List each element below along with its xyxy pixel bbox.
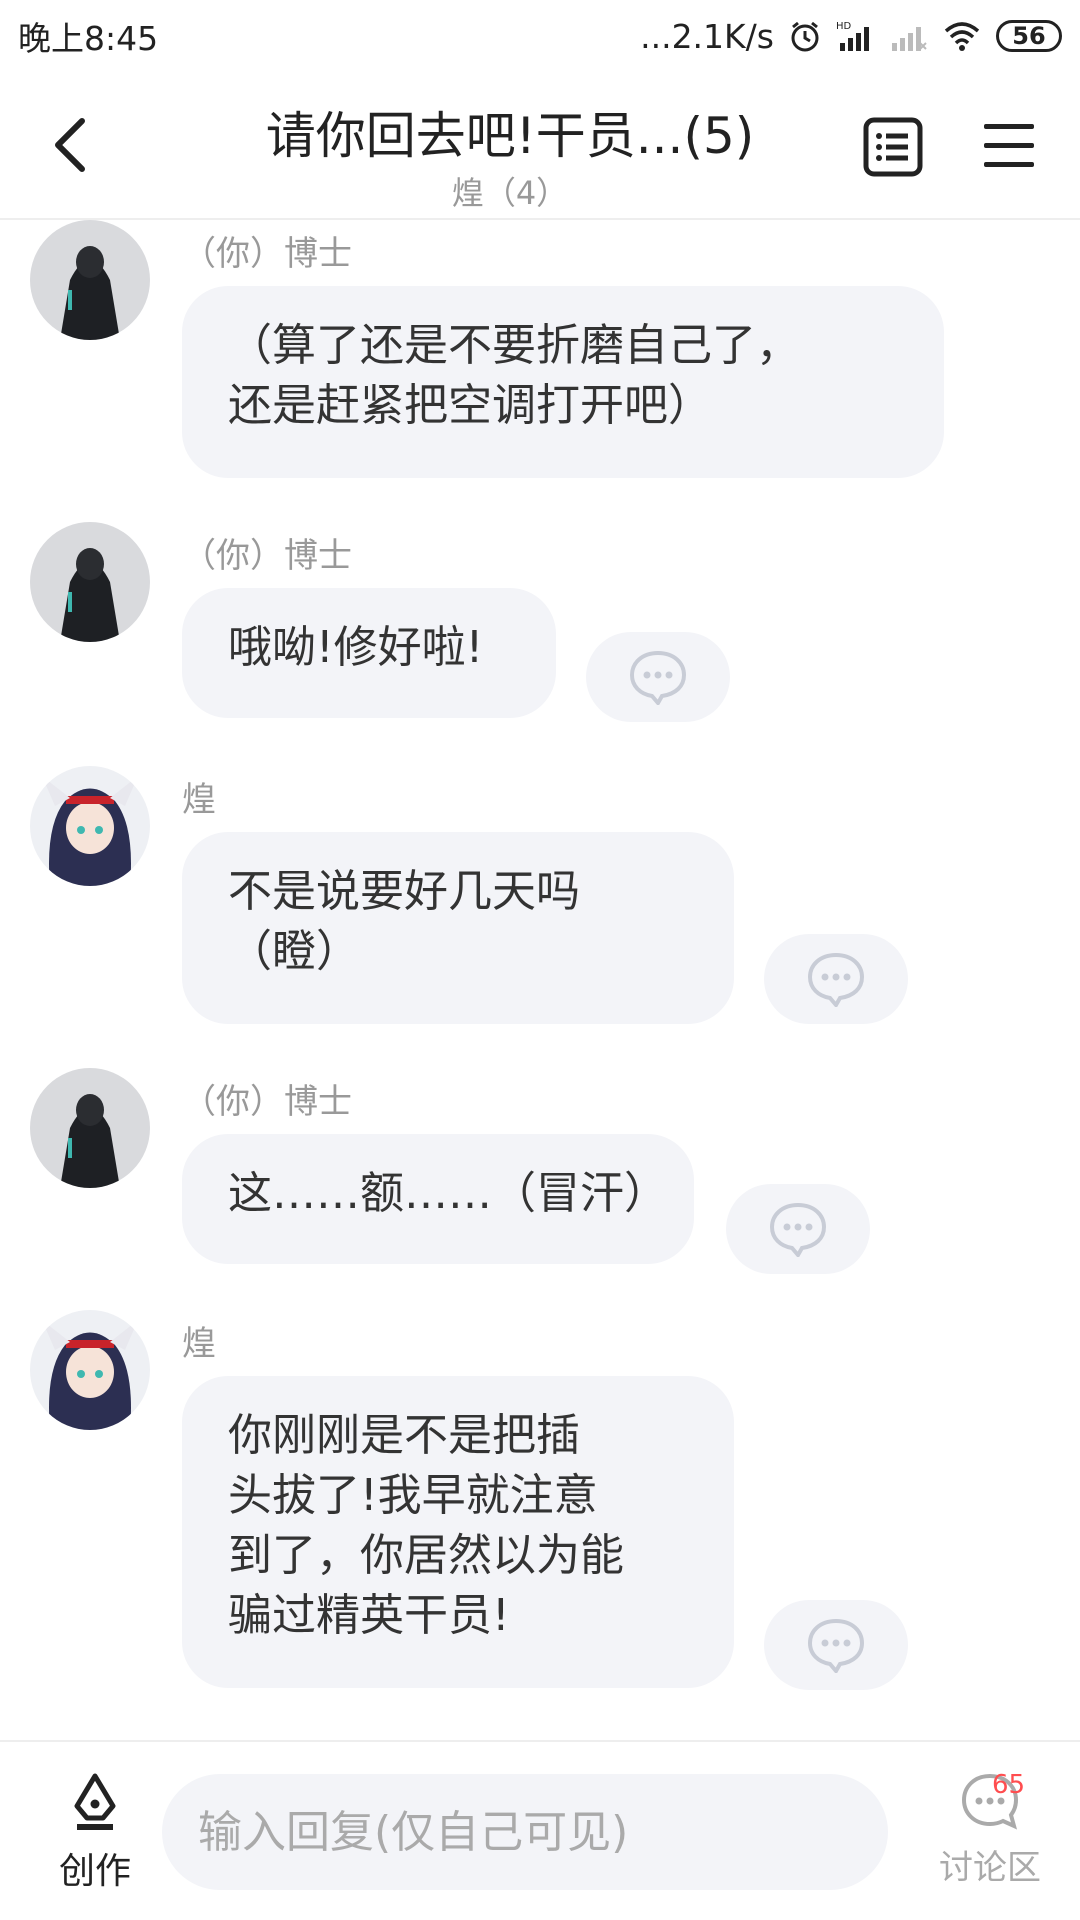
- doctor-avatar-image: [30, 1068, 150, 1188]
- hamburger-icon: [984, 124, 1034, 167]
- comment-button[interactable]: [586, 632, 730, 722]
- avatar-blaze[interactable]: [30, 766, 150, 886]
- hd-signal-icon: HD: [836, 21, 869, 51]
- comment-button[interactable]: [764, 934, 908, 1024]
- network-speed: ...2.1K/s: [640, 16, 774, 56]
- bottom-bar: 创作 65 讨论区: [0, 1740, 1080, 1920]
- avatar-doctor[interactable]: [30, 522, 150, 642]
- list-icon: [863, 117, 923, 177]
- discussion-label: 讨论区: [939, 1848, 1041, 1888]
- pen-nib-icon: [74, 1773, 116, 1830]
- blaze-avatar-image: [30, 1310, 150, 1430]
- comment-button[interactable]: [726, 1184, 870, 1274]
- menu-button[interactable]: [980, 116, 1040, 176]
- doctor-avatar-image: [30, 220, 150, 340]
- message-bubble[interactable]: 你刚刚是不是把插 头拔了!我早就注意 到了，你居然以为能 骗过精英干员!: [182, 1376, 734, 1688]
- comment-icon: [769, 1202, 827, 1257]
- discussion-button[interactable]: 65 讨论区: [920, 1770, 1060, 1910]
- message-sender: 煌: [182, 780, 216, 820]
- doctor-avatar-image: [30, 522, 150, 642]
- status-icons: ...2.1K/s HD 56: [640, 17, 1062, 56]
- wifi-icon: [944, 22, 980, 51]
- avatar-doctor[interactable]: [30, 1068, 150, 1188]
- chat-subtitle: 煌（4）: [451, 174, 569, 212]
- back-button[interactable]: [40, 110, 100, 180]
- create-label: 创作: [58, 1851, 131, 1892]
- chat-title: 请你回去吧!干员...(5): [265, 107, 755, 165]
- battery-icon: 56: [996, 20, 1062, 52]
- status-time: 晚上8:45: [18, 19, 159, 58]
- comment-icon: [807, 1618, 865, 1673]
- svg-text:HD: HD: [836, 21, 852, 32]
- message-sender: （你）博士: [182, 536, 352, 576]
- blaze-avatar-image: [30, 766, 150, 886]
- avatar-doctor[interactable]: [30, 220, 150, 340]
- chat-list[interactable]: （你）博士 （算了还是不要折磨自己了， 还是赶紧把空调打开吧） （你）博士 哦呦…: [0, 220, 1080, 1740]
- comment-icon: [629, 650, 687, 705]
- avatar-blaze[interactable]: [30, 1310, 150, 1430]
- message-bubble[interactable]: （算了还是不要折磨自己了， 还是赶紧把空调打开吧）: [182, 286, 944, 478]
- message-bubble[interactable]: 这……额……（冒汗）: [182, 1134, 694, 1264]
- create-button[interactable]: 创作: [40, 1772, 150, 1902]
- discussion-count-badge: 65: [992, 1770, 1026, 1800]
- chevron-left-icon: [55, 118, 85, 172]
- message-bubble[interactable]: 不是说要好几天吗 （瞪）: [182, 832, 734, 1024]
- reply-input[interactable]: [162, 1774, 888, 1890]
- message-sender: （你）博士: [182, 1082, 352, 1122]
- message-bubble[interactable]: 哦呦!修好啦!: [182, 588, 556, 718]
- message-sender: 煌: [182, 1324, 216, 1364]
- outline-button[interactable]: [862, 116, 924, 178]
- comment-icon: [807, 952, 865, 1007]
- signal-icon: [892, 27, 927, 51]
- chat-header: 请你回去吧!干员...(5) 煌（4）: [0, 72, 1080, 220]
- comment-button[interactable]: [764, 1600, 908, 1690]
- message-sender: （你）博士: [182, 234, 352, 274]
- alarm-icon: [791, 21, 819, 52]
- status-bar: 晚上8:45 ...2.1K/s HD 56: [0, 0, 1080, 72]
